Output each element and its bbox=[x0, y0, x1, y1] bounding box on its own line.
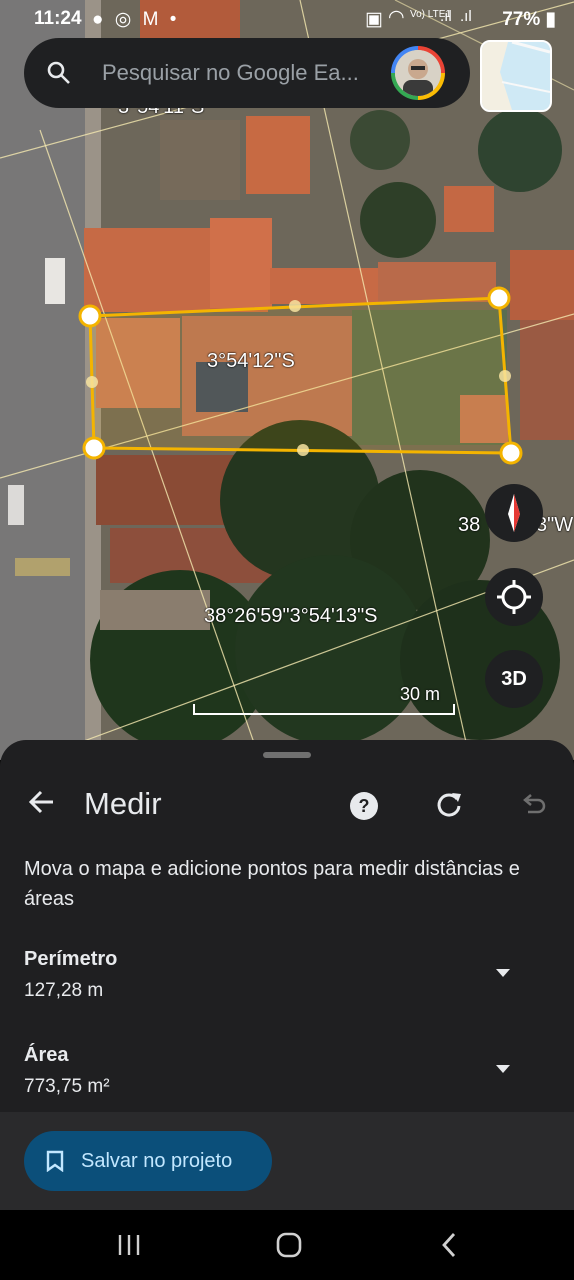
perimeter-value: 127,28 m bbox=[24, 980, 104, 1001]
measure-overlay bbox=[78, 286, 523, 465]
midpoint-handle[interactable] bbox=[297, 444, 309, 456]
measure-point[interactable] bbox=[499, 441, 523, 465]
compass-icon bbox=[508, 494, 520, 532]
undo-icon[interactable] bbox=[518, 790, 546, 818]
measure-point[interactable] bbox=[82, 436, 106, 460]
alarm-icon: ▣ bbox=[365, 9, 383, 30]
profile-photo bbox=[395, 50, 441, 96]
help-icon[interactable]: ? bbox=[349, 791, 379, 821]
area-value: 773,75 m² bbox=[24, 1076, 110, 1097]
wifi-icon: ◠ bbox=[388, 7, 405, 28]
home-icon[interactable] bbox=[271, 1229, 307, 1261]
perimeter-label: Perímetro bbox=[24, 948, 118, 970]
bookmark-icon bbox=[46, 1150, 64, 1172]
search-icon bbox=[47, 61, 70, 84]
scale-bar bbox=[193, 704, 455, 715]
area-dropdown-icon[interactable] bbox=[496, 1065, 510, 1073]
search-input[interactable]: Pesquisar no Google Ea... bbox=[102, 60, 359, 86]
battery-icon: ▮ bbox=[545, 9, 556, 30]
svg-text:?: ? bbox=[359, 796, 370, 816]
compass-button[interactable] bbox=[485, 484, 543, 542]
map-view[interactable]: 3°54'11"S 3°54'12"S 38 3"W 38°26'59"3°54… bbox=[0, 0, 574, 760]
midpoint-handle[interactable] bbox=[86, 376, 98, 388]
panel-header: Medir ? bbox=[0, 776, 574, 836]
perimeter-dropdown-icon[interactable] bbox=[496, 969, 510, 977]
coordinate-label: 38°26'59"3°54'13"S bbox=[204, 605, 378, 627]
map-thumbnail-icon bbox=[482, 42, 550, 110]
battery-level: 77% ▮ bbox=[502, 9, 556, 30]
notification-icons: ● ◎ M • bbox=[92, 9, 180, 30]
refresh-icon[interactable] bbox=[434, 790, 464, 820]
coordinate-label: 38 bbox=[458, 514, 481, 536]
avatar[interactable] bbox=[391, 46, 445, 100]
measure-instructions: Mova o mapa e adicione pontos para medir… bbox=[24, 858, 520, 910]
status-time: 11:24 bbox=[34, 8, 82, 29]
system-nav-bar bbox=[0, 1210, 574, 1280]
back-icon[interactable] bbox=[432, 1229, 468, 1261]
my-location-icon bbox=[497, 580, 531, 614]
back-arrow-icon[interactable] bbox=[28, 788, 56, 816]
scale-label: 30 m bbox=[400, 684, 441, 704]
signal-icon: .ıl bbox=[460, 8, 472, 25]
map-layer-thumbnail[interactable] bbox=[480, 40, 552, 112]
measure-point[interactable] bbox=[78, 304, 102, 328]
panel-title: Medir bbox=[84, 786, 162, 821]
save-to-project-button[interactable]: Salvar no projeto bbox=[24, 1131, 272, 1191]
recent-apps-icon[interactable] bbox=[112, 1229, 148, 1261]
panel-footer: Salvar no projeto bbox=[0, 1112, 574, 1210]
coordinate-label: 3°54'12"S bbox=[207, 350, 295, 372]
area-label: Área bbox=[24, 1044, 69, 1066]
save-button-label: Salvar no projeto bbox=[81, 1150, 233, 1172]
measured-area-polygon bbox=[88, 296, 513, 455]
my-location-button[interactable] bbox=[485, 568, 543, 626]
signal-icon: .ıl bbox=[440, 8, 452, 25]
measure-point[interactable] bbox=[487, 286, 511, 310]
toggle-3d-button[interactable]: 3D bbox=[485, 650, 543, 708]
search-bar[interactable]: Pesquisar no Google Ea... bbox=[24, 38, 470, 108]
drag-handle[interactable] bbox=[263, 752, 311, 758]
midpoint-handle[interactable] bbox=[499, 370, 511, 382]
midpoint-handle[interactable] bbox=[289, 300, 301, 312]
status-bar: 11:24 ● ◎ M • Vo) LTE1 ▣ ◠ .ıl .ıl 77% ▮ bbox=[0, 0, 574, 36]
